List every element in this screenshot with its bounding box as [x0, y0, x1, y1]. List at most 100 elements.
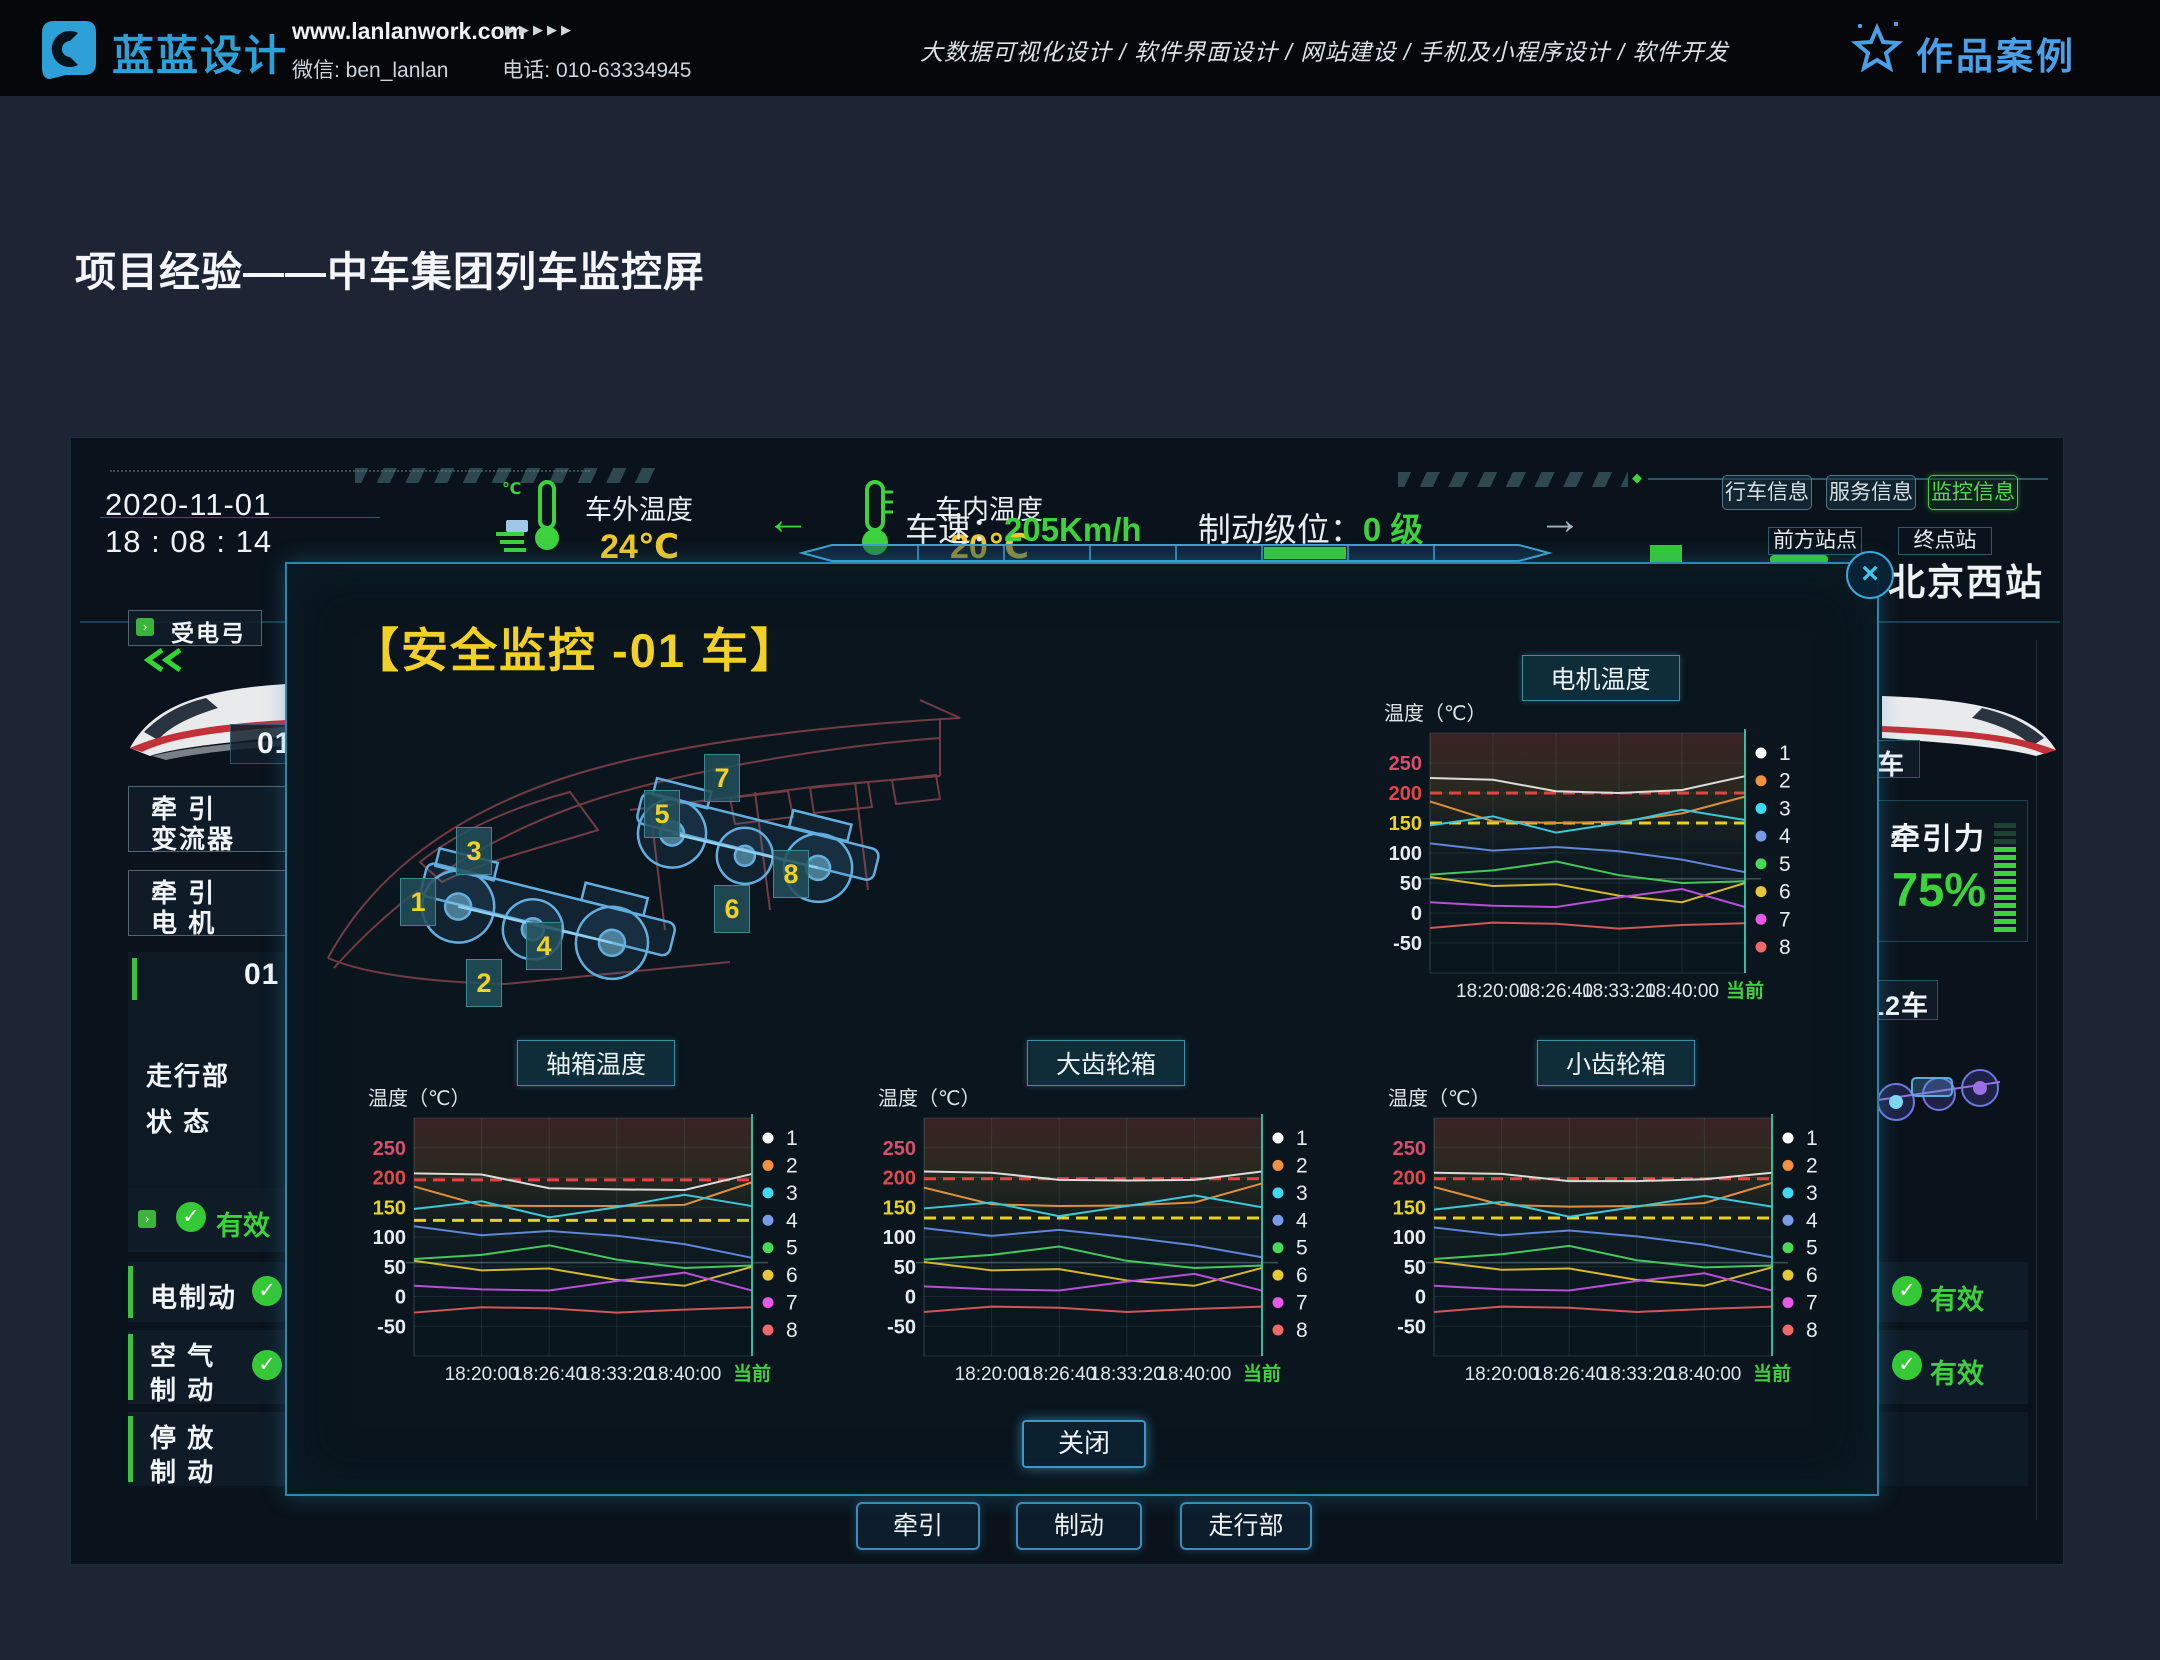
svg-text:-50: -50 [887, 1316, 916, 1338]
bogie-section-accent [132, 958, 137, 1000]
bottom-tab-brake[interactable]: 制动 [1016, 1502, 1142, 1550]
chart-title: 电机温度 [1521, 655, 1679, 701]
svg-text:0: 0 [1411, 903, 1422, 925]
page-title: 项目经验——中车集团列车监控屏 [75, 238, 705, 298]
bogie-tag-8[interactable]: 8 [773, 850, 809, 898]
outside-temp-label: 车外温度 [585, 488, 693, 527]
chart-small-gearbox: 小齿轮箱温度（℃）250200150100500-5018:20:0018:26… [1382, 1038, 1850, 1388]
right-valid-check-2-icon: ✓ [1892, 1350, 1922, 1380]
svg-text:200: 200 [883, 1168, 916, 1190]
next-station-label: 前方站点 [1768, 527, 1862, 555]
tab-monitor-info[interactable]: 监控信息 [1928, 475, 2018, 510]
air-brake-accent [128, 1334, 133, 1400]
svg-text:100: 100 [1389, 843, 1422, 865]
time-display: 18 : 08 : 14 [105, 524, 272, 560]
car-01-label-2: 01 [244, 958, 279, 992]
prev-car-arrow[interactable]: ← [766, 498, 810, 542]
svg-text:6: 6 [786, 1264, 798, 1287]
svg-text:250: 250 [883, 1138, 916, 1160]
svg-text:5: 5 [1806, 1237, 1818, 1260]
bottom-tab-running-gear[interactable]: 走行部 [1180, 1502, 1312, 1550]
chart-title: 小齿轮箱 [1537, 1040, 1695, 1086]
bogie-tag-6[interactable]: 6 [714, 885, 750, 933]
svg-text:150: 150 [883, 1197, 916, 1219]
svg-text:18:20:00: 18:20:00 [1465, 1364, 1539, 1385]
traction-converter-button[interactable]: 牵 引 变流器 [128, 786, 292, 852]
deco-hazard-stripes-right [1398, 472, 1628, 487]
chart-ylabel: 温度（℃） [878, 1082, 980, 1111]
svg-text:2: 2 [1806, 1154, 1818, 1177]
pantograph-button[interactable]: › 受电弓 [128, 610, 262, 646]
svg-text:5: 5 [1779, 853, 1791, 876]
svg-text:18:40:00: 18:40:00 [1645, 981, 1719, 1002]
svg-text:18:33:20: 18:33:20 [1090, 1364, 1164, 1385]
site-header: 蓝蓝设计 www.lanlanwork.com ▶▶▶▶▶ 微信: ben_la… [0, 0, 2160, 96]
valid-check-icon: ✓ [176, 1202, 206, 1232]
svg-text:200: 200 [373, 1168, 406, 1190]
bogie-thumbnail-image [1864, 1050, 2014, 1138]
phone-label: 电话: 010-63334945 [502, 59, 691, 82]
svg-text:5: 5 [786, 1237, 798, 1260]
svg-text:4: 4 [1806, 1209, 1818, 1232]
svg-text:6: 6 [1779, 881, 1791, 904]
svg-text:3: 3 [1779, 797, 1791, 820]
chart-axlebox-temperature: 轴箱温度温度（℃）250200150100500-5018:20:0018:26… [362, 1038, 830, 1388]
bottom-tab-traction[interactable]: 牵引 [856, 1502, 980, 1550]
bogie-tag-1[interactable]: 1 [400, 878, 436, 926]
parking-brake-accent [128, 1416, 133, 1482]
close-x-icon[interactable]: × [1846, 551, 1894, 599]
svg-text:50: 50 [1404, 1257, 1426, 1279]
svg-text:7: 7 [1806, 1292, 1818, 1315]
bogie-tag-7[interactable]: 7 [704, 754, 740, 802]
header-services: 大数据可视化设计 / 软件界面设计 / 网站建设 / 手机及小程序设计 / 软件… [920, 33, 1729, 67]
svg-text:50: 50 [384, 1257, 406, 1279]
traction-motor-button[interactable]: 牵 引 电 机 [128, 870, 292, 936]
svg-text:6: 6 [1296, 1264, 1308, 1287]
terminal-station-value: 北京西站 [1888, 552, 2044, 606]
svg-text:250: 250 [1393, 1138, 1426, 1160]
svg-text:3: 3 [1296, 1182, 1308, 1205]
svg-text:18:40:00: 18:40:00 [647, 1364, 721, 1385]
bogie-status-line2: 状 态 [146, 1102, 211, 1139]
chart-canvas: 250200150100500-5018:20:0018:26:4018:33:… [1378, 723, 1823, 1005]
valid-label: 有效 [216, 1204, 270, 1243]
svg-text:18:26:40: 18:26:40 [1022, 1364, 1096, 1385]
chart-ylabel: 温度（℃） [1384, 697, 1486, 726]
svg-text:8: 8 [1806, 1319, 1818, 1342]
outside-thermometer-icon: ℃ [494, 476, 566, 558]
outside-temp-value: 24℃ [600, 527, 679, 567]
website-arrows-icon: ▶▶▶▶▶ [505, 22, 575, 38]
parking-brake-line2: 制 动 [150, 1452, 215, 1489]
chart-canvas: 250200150100500-5018:20:0018:26:4018:33:… [362, 1108, 830, 1388]
svg-text:-50: -50 [1393, 933, 1422, 955]
tab-service-info[interactable]: 服务信息 [1826, 475, 1916, 510]
next-car-arrow[interactable]: → [1538, 498, 1582, 542]
svg-text:3: 3 [786, 1182, 798, 1205]
header-website[interactable]: www.lanlanwork.com [292, 18, 525, 45]
svg-text:4: 4 [786, 1209, 798, 1232]
bogie-tag-3[interactable]: 3 [456, 827, 492, 875]
bogie-tag-2[interactable]: 2 [466, 959, 502, 1007]
svg-text:2: 2 [1779, 770, 1791, 793]
svg-text:200: 200 [1389, 783, 1422, 805]
svg-text:当前: 当前 [1753, 1362, 1791, 1385]
svg-text:0: 0 [395, 1287, 406, 1309]
traction-force-value: 75% [1892, 862, 1986, 917]
svg-text:-50: -50 [377, 1316, 406, 1338]
svg-text:8: 8 [1779, 936, 1791, 959]
lanlan-logo-icon [36, 17, 100, 81]
tab-driving-info[interactable]: 行车信息 [1722, 475, 1812, 510]
portfolio-star-icon [1848, 20, 1906, 78]
close-button[interactable]: 关闭 [1022, 1420, 1146, 1468]
right-valid-check-1-icon: ✓ [1892, 1276, 1922, 1306]
train-strip-icon [788, 543, 1563, 563]
portfolio-label[interactable]: 作品案例 [1916, 26, 2076, 80]
bogie-tag-4[interactable]: 4 [526, 922, 562, 970]
bogie-tag-5[interactable]: 5 [644, 790, 680, 838]
chart-title: 大齿轮箱 [1027, 1040, 1185, 1086]
svg-text:1: 1 [786, 1127, 798, 1150]
svg-text:100: 100 [373, 1227, 406, 1249]
modal-title: 【安全监控 -01 车】 [352, 612, 799, 681]
svg-text:150: 150 [1393, 1197, 1426, 1219]
svg-text:18:33:20: 18:33:20 [580, 1364, 654, 1385]
